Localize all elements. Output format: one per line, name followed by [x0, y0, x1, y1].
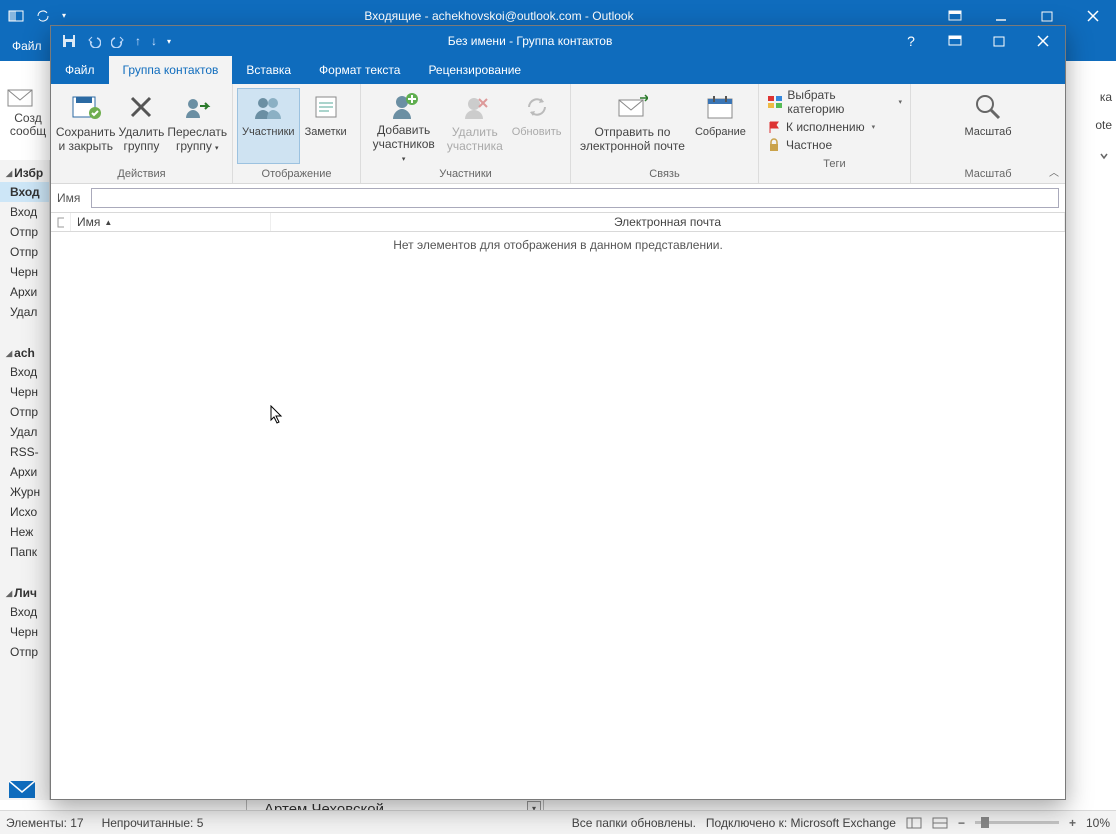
notes-view-button[interactable]: Заметки: [300, 88, 352, 164]
members-list-header: Имя ▲ Электронная почта: [51, 213, 1065, 232]
members-list-body: Нет элементов для отображения в данном п…: [51, 232, 1065, 799]
status-elements: Элементы: 17: [6, 816, 84, 830]
zoom-percent: 10%: [1086, 816, 1110, 830]
status-bar: Элементы: 17 Непрочитанные: 5 Все папки …: [0, 810, 1116, 834]
column-email[interactable]: Электронная почта: [271, 213, 1065, 231]
tab-review[interactable]: Рецензирование: [414, 56, 535, 84]
folder-item[interactable]: Папк: [0, 542, 49, 562]
favorites-header[interactable]: Избр: [0, 160, 49, 182]
column-name[interactable]: Имя ▲: [71, 213, 271, 231]
folder-item[interactable]: Черн: [0, 262, 49, 282]
mouse-cursor-icon: [270, 405, 284, 425]
save-and-close-button[interactable]: Сохранитьи закрыть: [55, 88, 116, 164]
tab-contact-group[interactable]: Группа контактов: [109, 56, 233, 84]
close-dialog-button[interactable]: [1021, 26, 1065, 56]
group-name-input[interactable]: [91, 188, 1059, 208]
folder-item[interactable]: Вход: [0, 362, 49, 382]
view-normal-icon[interactable]: [906, 816, 922, 830]
folder-item[interactable]: Вход: [0, 602, 49, 622]
zoom-slider[interactable]: [975, 821, 1059, 824]
column-icon[interactable]: [51, 213, 71, 231]
folder-item[interactable]: Исхо: [0, 502, 49, 522]
view-reading-icon[interactable]: [932, 816, 948, 830]
delete-group-button[interactable]: Удалитьгруппу: [116, 88, 166, 164]
folder-item[interactable]: RSS-: [0, 442, 49, 462]
empty-message: Нет элементов для отображения в данном п…: [393, 238, 723, 252]
folder-item[interactable]: Архи: [0, 462, 49, 482]
dialog-tabs: Файл Группа контактов Вставка Формат тек…: [51, 56, 1065, 84]
contact-group-dialog: ↑ ↓ ▾ Без имени - Группа контактов ? Фай…: [50, 25, 1066, 800]
folder-item[interactable]: Неж: [0, 522, 49, 542]
zoom-button[interactable]: Масштаб: [959, 88, 1016, 164]
dialog-ribbon: Сохранитьи закрыть Удалитьгруппу Пересла…: [51, 84, 1065, 184]
redo-icon[interactable]: [111, 34, 125, 48]
main-window-title: Входящие - achekhovskoi@outlook.com - Ou…: [66, 9, 932, 23]
zoom-out-icon[interactable]: −: [958, 816, 965, 830]
save-icon[interactable]: [61, 33, 77, 49]
name-row: Имя: [51, 184, 1065, 213]
account-header[interactable]: ach: [0, 340, 49, 362]
folder-item[interactable]: Отпр: [0, 642, 49, 662]
add-members-button[interactable]: Добавитьучастников ▾: [365, 88, 442, 164]
folder-item[interactable]: Удал: [0, 302, 49, 322]
group-display-label: Отображение: [233, 166, 360, 183]
qat-sync-icon[interactable]: [36, 9, 50, 23]
close-button[interactable]: [1070, 0, 1116, 31]
dialog-titlebar: ↑ ↓ ▾ Без имени - Группа контактов ?: [51, 26, 1065, 56]
group-actions-label: Действия: [51, 166, 232, 183]
arrow-down-icon[interactable]: ↓: [151, 34, 157, 48]
remove-member-button: Удалитьучастника: [442, 88, 507, 164]
new-mail-button-fragment[interactable]: Создсообщ: [6, 84, 50, 138]
undo-icon[interactable]: [87, 34, 101, 48]
right-fragment: ка ote: [1066, 90, 1116, 190]
mail-nav-icon[interactable]: [8, 778, 36, 800]
name-label: Имя: [57, 191, 91, 205]
folder-item[interactable]: Черн: [0, 622, 49, 642]
status-folders: Все папки обновлены.: [572, 816, 696, 830]
arrow-up-icon[interactable]: ↑: [135, 34, 141, 48]
folder-item[interactable]: Удал: [0, 422, 49, 442]
folder-item[interactable]: Журн: [0, 482, 49, 502]
members-view-button[interactable]: Участники: [237, 88, 300, 164]
folder-item[interactable]: Отпр: [0, 402, 49, 422]
private-button[interactable]: Частное: [767, 138, 902, 152]
personal-header[interactable]: Лич: [0, 580, 49, 602]
maximize-dialog-button[interactable]: [977, 26, 1021, 56]
folder-item[interactable]: Отпр: [0, 242, 49, 262]
tab-file-main[interactable]: Файл: [0, 31, 54, 61]
group-communicate-label: Связь: [571, 166, 758, 183]
group-tags-label: Теги: [759, 156, 910, 173]
dialog-title: Без имени - Группа контактов: [171, 34, 889, 48]
refresh-button: Обновить: [507, 88, 566, 164]
help-button[interactable]: ?: [889, 26, 933, 56]
group-zoom-label: Масштаб: [911, 166, 1065, 183]
zoom-in-icon[interactable]: +: [1069, 816, 1076, 830]
folder-item[interactable]: Черн: [0, 382, 49, 402]
app-icon: [8, 8, 24, 24]
follow-up-button[interactable]: К исполнению▾: [767, 120, 902, 134]
send-email-button[interactable]: Отправить поэлектронной почте: [575, 88, 690, 164]
status-unread: Непрочитанные: 5: [102, 816, 204, 830]
tab-format-text[interactable]: Формат текста: [305, 56, 414, 84]
tab-file[interactable]: Файл: [51, 56, 109, 84]
meeting-button[interactable]: Собрание: [690, 88, 751, 164]
tab-insert[interactable]: Вставка: [232, 56, 305, 84]
ribbon-display-icon[interactable]: [933, 26, 977, 56]
folder-item[interactable]: Вход: [0, 202, 49, 222]
group-members-label: Участники: [361, 166, 570, 183]
collapse-ribbon-icon[interactable]: ︿: [1049, 164, 1059, 179]
folder-item[interactable]: Вход: [0, 182, 49, 202]
status-connection: Подключено к: Microsoft Exchange: [706, 816, 896, 830]
forward-group-button[interactable]: Переслатьгруппу ▾: [166, 88, 228, 164]
collapse-panel-icon[interactable]: [1098, 150, 1110, 162]
folder-item[interactable]: Архи: [0, 282, 49, 302]
folder-item[interactable]: Отпр: [0, 222, 49, 242]
folder-panel: Избр Вход Вход Отпр Отпр Черн Архи Удал …: [0, 160, 50, 800]
choose-category-button[interactable]: Выбрать категорию▾: [767, 88, 902, 116]
